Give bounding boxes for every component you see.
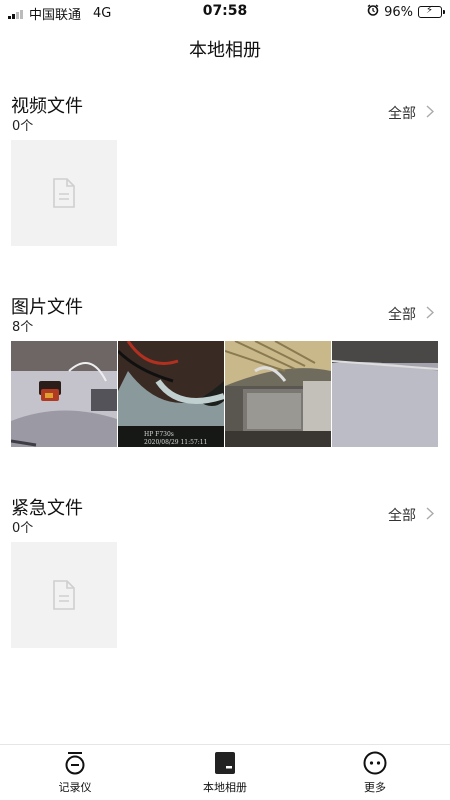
dashcam-icon [65,752,85,775]
section-count: 0个 [12,521,34,536]
file-icon [53,580,75,610]
tab-label: 记录仪 [58,781,92,794]
timestamp-line1: HP F730s [144,431,174,438]
image-thumbnails: HP F730s 2020/08/29 11:57:11 [11,341,438,447]
status-bar: 中国联通 4G 07:58 96% ⚡ [0,0,450,24]
section-count: 0个 [12,119,34,134]
alarm-icon [367,4,379,20]
timestamp-line2: 2020/08/29 11:57:11 [144,439,207,446]
tab-label: 更多 [364,781,386,794]
image-thumbnail[interactable] [11,341,117,447]
tab-album[interactable]: 本地相册 [185,751,265,795]
chevron-right-icon [426,305,435,323]
emergency-thumbnails [11,542,117,648]
section-count: 8个 [12,320,34,335]
more-icon [363,751,387,775]
chevron-right-icon [426,506,435,524]
battery-percent: 96% [384,4,413,20]
image-thumbnail[interactable]: HP F730s 2020/08/29 11:57:11 [118,341,224,447]
video-thumbnails [11,140,117,246]
empty-placeholder [11,542,117,648]
image-thumbnail[interactable] [332,341,438,447]
view-all-images-button[interactable]: 全部 [388,304,435,324]
tab-bar: 记录仪 本地相册 更多 [0,744,450,800]
status-right: 96% ⚡ [367,4,445,20]
file-icon [53,178,75,208]
chevron-right-icon [426,104,435,122]
image-thumbnail[interactable] [225,341,331,447]
tab-more[interactable]: 更多 [335,751,415,795]
view-all-label: 全部 [388,106,416,122]
empty-placeholder [11,140,117,246]
battery-icon: ⚡ [418,5,445,18]
view-all-emergency-button[interactable]: 全部 [388,505,435,525]
view-all-video-button[interactable]: 全部 [388,103,435,123]
page-title: 本地相册 [189,40,261,61]
album-icon [215,752,235,774]
view-all-label: 全部 [388,307,416,323]
tab-recorder[interactable]: 记录仪 [35,751,115,795]
view-all-label: 全部 [388,508,416,524]
tab-label: 本地相册 [203,781,247,794]
